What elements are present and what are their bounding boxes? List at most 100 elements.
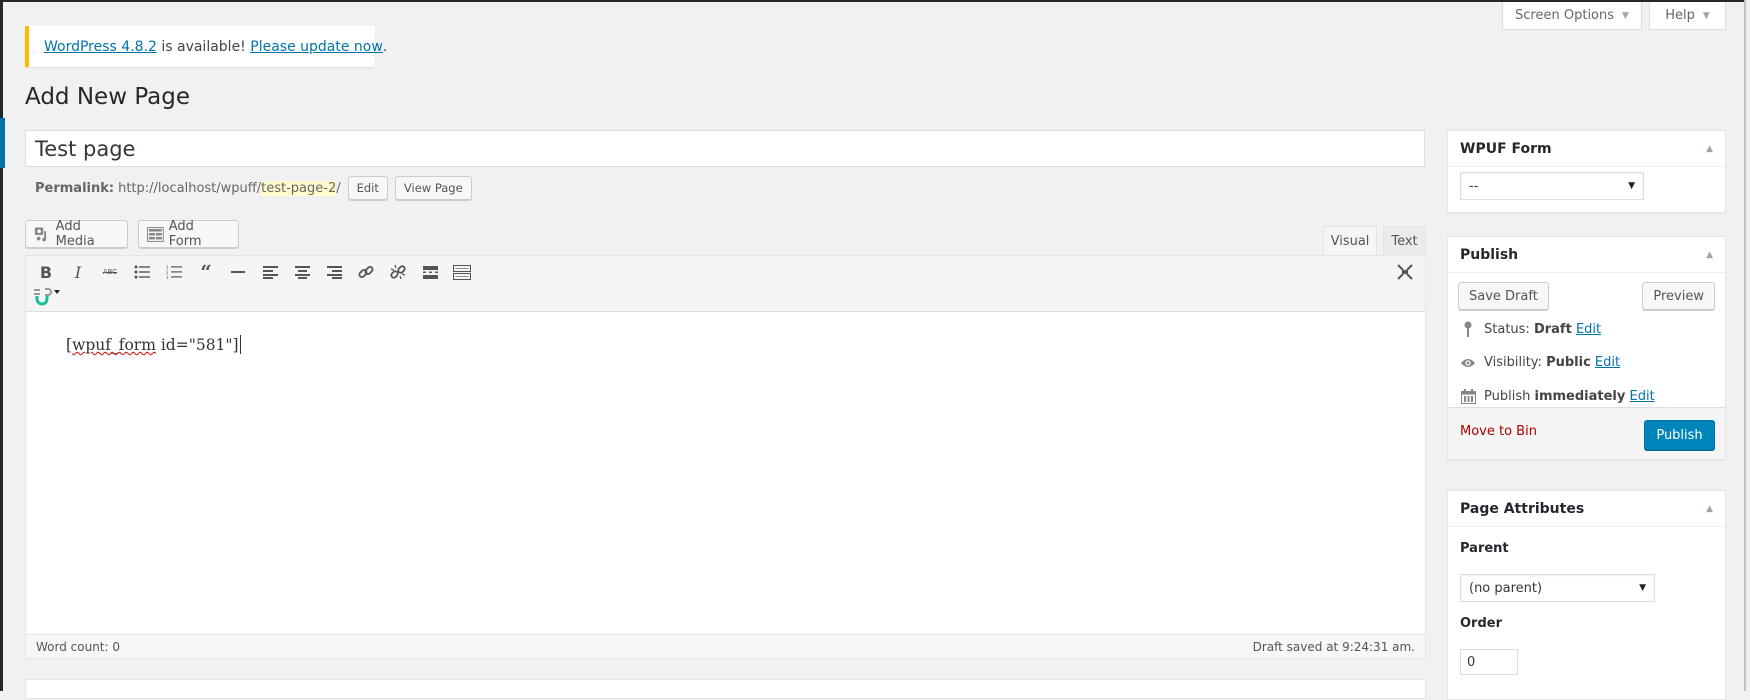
screen-options-button[interactable]: Screen Options ▼ bbox=[1502, 2, 1642, 30]
move-to-bin-link[interactable]: Move to Bin bbox=[1460, 424, 1537, 439]
preview-button[interactable]: Preview bbox=[1642, 282, 1715, 310]
publish-metabox: Publish ▲ Save Draft Preview Status: Dra… bbox=[1447, 236, 1726, 460]
media-icon bbox=[34, 227, 47, 242]
strikethrough-icon[interactable]: ABC bbox=[98, 260, 122, 284]
publish-actions: Move to Bin Publish bbox=[1448, 407, 1725, 459]
publish-button[interactable]: Publish bbox=[1644, 420, 1715, 450]
admin-menu bbox=[0, 0, 3, 691]
blockquote-icon[interactable]: “ bbox=[194, 260, 218, 284]
post-title-input[interactable]: Test page bbox=[25, 130, 1425, 167]
visibility-label: Visibility: bbox=[1484, 355, 1547, 370]
collapse-arrow-icon[interactable]: ▲ bbox=[1706, 504, 1713, 514]
word-count: Word count: 0 bbox=[36, 639, 121, 654]
read-more-icon[interactable] bbox=[418, 260, 442, 284]
permalink-slug: test-page-2 bbox=[261, 180, 337, 196]
wpuf-shortcode-icon[interactable] bbox=[30, 285, 64, 309]
edit-visibility-link[interactable]: Edit bbox=[1595, 355, 1620, 370]
align-right-icon[interactable] bbox=[322, 260, 346, 284]
edit-status-link[interactable]: Edit bbox=[1576, 322, 1601, 337]
editor-toolbar: B I ABC 123 “ bbox=[26, 256, 1425, 312]
wpuf-form-select-value: -- bbox=[1469, 178, 1479, 194]
wordpress-version-link[interactable]: WordPress 4.8.2 bbox=[44, 39, 157, 55]
page-scrollbar[interactable] bbox=[1744, 0, 1750, 691]
order-input[interactable]: 0 bbox=[1460, 649, 1518, 675]
caret-down-icon: ▼ bbox=[1702, 10, 1710, 21]
form-table-icon bbox=[147, 226, 164, 242]
tab-visual[interactable]: Visual bbox=[1323, 226, 1377, 256]
save-draft-button[interactable]: Save Draft bbox=[1458, 282, 1549, 310]
eye-icon bbox=[1460, 357, 1476, 369]
publish-title: Publish bbox=[1460, 246, 1519, 263]
wpuf-form-header[interactable]: WPUF Form ▲ bbox=[1448, 131, 1725, 167]
editor-status-bar: Word count: 0 Draft saved at 9:24:31 am. bbox=[26, 634, 1425, 658]
status-value: Draft bbox=[1533, 321, 1572, 337]
tab-text[interactable]: Text bbox=[1383, 226, 1426, 256]
status-row: Status: Draft Edit bbox=[1460, 321, 1601, 337]
collapse-arrow-icon[interactable]: ▲ bbox=[1706, 144, 1713, 154]
notice-text: is available! bbox=[156, 38, 251, 55]
help-button[interactable]: Help ▼ bbox=[1649, 2, 1726, 30]
editor-text: [wpuf_form id="581"] bbox=[66, 335, 241, 354]
parent-label: Parent bbox=[1460, 541, 1509, 556]
bulleted-list-icon[interactable] bbox=[130, 260, 154, 284]
view-page-button[interactable]: View Page bbox=[394, 176, 472, 200]
parent-select[interactable]: (no parent) ▼ bbox=[1460, 574, 1655, 602]
align-left-icon[interactable] bbox=[258, 260, 282, 284]
status-text: Status: Draft Edit bbox=[1484, 322, 1601, 337]
visibility-value: Public bbox=[1546, 355, 1591, 370]
misspelled-word: wpuf_form bbox=[72, 336, 156, 354]
page-attributes-header[interactable]: Page Attributes ▲ bbox=[1448, 491, 1725, 527]
numbered-list-icon[interactable]: 123 bbox=[162, 260, 186, 284]
permalink-url[interactable]: http://localhost/wpuff/test-page-2/ bbox=[118, 180, 341, 196]
publish-date-value: immediately bbox=[1534, 389, 1626, 404]
caret-down-icon: ▼ bbox=[1622, 10, 1629, 21]
dropdown-arrow-icon: ▼ bbox=[1628, 181, 1635, 191]
order-label: Order bbox=[1460, 616, 1502, 631]
svg-text:3: 3 bbox=[166, 275, 169, 279]
edit-permalink-button[interactable]: Edit bbox=[347, 176, 388, 200]
page-title: Add New Page bbox=[25, 84, 190, 110]
text-caret bbox=[239, 335, 241, 354]
visibility-row: Visibility: Public Edit bbox=[1460, 355, 1620, 370]
add-media-label: Add Media bbox=[55, 219, 95, 249]
permalink-row: Permalink: http://localhost/wpuff/test-p… bbox=[35, 176, 472, 200]
wpuf-form-metabox: WPUF Form ▲ -- ▼ bbox=[1447, 130, 1726, 213]
wpuf-form-title: WPUF Form bbox=[1460, 140, 1552, 157]
admin-menu-current-indicator bbox=[0, 118, 5, 168]
parent-select-value: (no parent) bbox=[1469, 580, 1543, 596]
order-value: 0 bbox=[1467, 654, 1476, 670]
add-media-button[interactable]: Add Media bbox=[25, 219, 128, 249]
calendar-icon bbox=[1460, 389, 1476, 404]
bold-icon[interactable]: B bbox=[34, 260, 58, 284]
screen-options-label: Screen Options bbox=[1515, 8, 1615, 23]
help-label: Help bbox=[1665, 8, 1695, 23]
update-notice: WordPress 4.8.2 is available! Please upd… bbox=[25, 26, 387, 67]
next-metabox bbox=[25, 679, 1426, 699]
italic-icon[interactable]: I bbox=[66, 260, 90, 284]
shortcode-rest: id="581"] bbox=[155, 336, 239, 354]
permalink-label: Permalink: bbox=[35, 180, 115, 196]
edit-publish-date-link[interactable]: Edit bbox=[1630, 389, 1655, 404]
horizontal-line-icon[interactable] bbox=[226, 260, 250, 284]
remove-link-icon[interactable] bbox=[386, 260, 410, 284]
draft-saved-status: Draft saved at 9:24:31 am. bbox=[1252, 639, 1415, 654]
publish-date-label: Publish bbox=[1484, 389, 1535, 404]
admin-bar bbox=[0, 0, 1750, 2]
pin-icon bbox=[1460, 321, 1476, 337]
fullscreen-icon[interactable] bbox=[1393, 260, 1417, 284]
permalink-trailing: / bbox=[336, 180, 341, 196]
notice-end: . bbox=[382, 38, 388, 55]
publish-header[interactable]: Publish ▲ bbox=[1448, 237, 1725, 273]
collapse-arrow-icon[interactable]: ▲ bbox=[1706, 250, 1713, 260]
editor-content-area[interactable]: [wpuf_form id="581"] bbox=[26, 313, 1425, 635]
insert-link-icon[interactable] bbox=[354, 260, 378, 284]
align-center-icon[interactable] bbox=[290, 260, 314, 284]
add-form-button[interactable]: Add Form bbox=[138, 219, 239, 249]
post-title-value: Test page bbox=[35, 136, 136, 161]
toolbar-toggle-icon[interactable] bbox=[450, 260, 474, 284]
page-attributes-title: Page Attributes bbox=[1460, 500, 1585, 517]
wpuf-form-select[interactable]: -- ▼ bbox=[1460, 172, 1644, 200]
dropdown-arrow-icon: ▼ bbox=[1639, 583, 1646, 593]
permalink-base: http://localhost/wpuff/ bbox=[118, 180, 262, 196]
update-now-link[interactable]: Please update now bbox=[250, 39, 383, 55]
